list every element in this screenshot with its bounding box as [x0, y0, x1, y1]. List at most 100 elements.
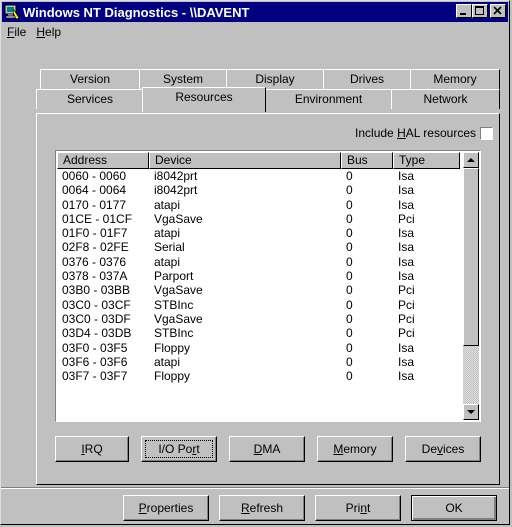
cell-address: 03B0 - 03BB [62, 283, 131, 298]
tab-version[interactable]: Version [40, 69, 140, 89]
list-header: Address Device Bus Type [57, 152, 460, 169]
table-row[interactable]: 0376 - 0376 atapi 0 Isa [57, 255, 461, 269]
scroll-down-button[interactable] [463, 404, 479, 420]
cell-bus: 0 [346, 240, 353, 255]
print-button-label-prefix: Pri [345, 501, 361, 515]
cell-device: VgaSave [154, 311, 203, 326]
cell-bus: 0 [346, 211, 353, 226]
close-icon [493, 6, 502, 15]
cell-type: Isa [398, 369, 415, 384]
tab-services[interactable]: Services [36, 89, 144, 109]
tab-environment[interactable]: Environment [265, 89, 392, 109]
cell-type: Pci [398, 283, 415, 298]
vertical-scrollbar[interactable] [463, 152, 479, 420]
cell-address: 01F0 - 01F7 [62, 226, 128, 241]
include-hal-label: Include HAL resources [355, 126, 476, 140]
menu-file[interactable]: File [3, 23, 32, 41]
io-port-button-label-prefix: I/O Po [158, 442, 193, 456]
properties-button[interactable]: Properties [123, 495, 209, 521]
io-port-button-label-suffix: t [196, 442, 200, 456]
cell-device: atapi [154, 226, 181, 241]
tab-memory[interactable]: Memory [410, 69, 500, 89]
menu-help[interactable]: Help [32, 23, 67, 41]
print-button[interactable]: Pri n t [315, 495, 401, 521]
devices-button-label-suffix: ices [443, 442, 465, 456]
tab-resources[interactable]: Resources [142, 87, 266, 112]
include-hal-label-prefix: Include [355, 126, 398, 140]
column-header-bus[interactable]: Bus [341, 152, 393, 169]
resources-panel: Include HAL resources Address Device Bus… [36, 113, 500, 485]
ok-button[interactable]: OK [411, 495, 497, 521]
diagnostics-app-icon[interactable] [4, 4, 20, 20]
include-hal-checkbox[interactable] [480, 126, 493, 140]
cell-device: Floppy [154, 340, 191, 355]
tab-system[interactable]: System [139, 69, 227, 89]
table-row[interactable]: 0060 - 0060 i8042prt 0 Isa [57, 169, 461, 183]
table-row[interactable]: 03F0 - 03F5 Floppy 0 Isa [57, 341, 461, 355]
window-title: Windows NT Diagnostics - \\DAVENT [23, 4, 250, 20]
refresh-button[interactable]: Refresh [219, 495, 305, 521]
menu-help-mnemonic: H [36, 25, 46, 39]
table-row[interactable]: 03F7 - 03F7 Floppy 0 Isa [57, 369, 461, 383]
cell-device: i8042prt [154, 183, 198, 198]
cell-device: atapi [154, 197, 181, 212]
cell-address: 0060 - 0060 [62, 169, 127, 183]
table-row[interactable]: 03C0 - 03CF STBInc 0 Pci [57, 298, 461, 312]
minimize-icon [460, 13, 466, 15]
table-row[interactable]: 03D4 - 03DB STBInc 0 Pci [57, 326, 461, 340]
resources-list[interactable]: Address Device Bus Type 0060 - 0060 i8042… [55, 150, 481, 422]
tab-network[interactable]: Network [391, 89, 500, 109]
cell-device: VgaSave [154, 211, 203, 226]
cell-address: 0376 - 0376 [62, 254, 127, 269]
memory-button[interactable]: Memory [317, 436, 393, 462]
cell-type: Isa [398, 354, 415, 369]
tab-display[interactable]: Display [226, 69, 324, 89]
irq-button[interactable]: I RQ [55, 436, 129, 462]
refresh-button-label-suffix: efresh [249, 501, 284, 515]
include-hal-mnemonic: H [397, 126, 406, 140]
column-header-address[interactable]: Address [57, 152, 149, 169]
table-row[interactable]: 03C0 - 03DF VgaSave 0 Pci [57, 312, 461, 326]
column-header-type[interactable]: Type [393, 152, 460, 169]
minimize-button[interactable] [456, 4, 472, 18]
cell-address: 03C0 - 03DF [62, 311, 131, 326]
devices-button[interactable]: De v ices [405, 436, 481, 462]
table-row[interactable]: 02F8 - 02FE Serial 0 Isa [57, 240, 461, 254]
cell-address: 01CE - 01CF [62, 211, 133, 226]
cell-type: Isa [398, 254, 415, 269]
scroll-up-button[interactable] [463, 152, 479, 168]
table-row[interactable]: 0378 - 037A Parport 0 Isa [57, 269, 461, 283]
title-bar[interactable]: Windows NT Diagnostics - \\DAVENT [2, 2, 508, 22]
irq-button-label-suffix: RQ [84, 442, 103, 456]
cell-device: Serial [154, 240, 185, 255]
column-header-device[interactable]: Device [149, 152, 341, 169]
menu-help-label: elp [45, 25, 62, 39]
cell-address: 0170 - 0177 [62, 197, 127, 212]
table-row[interactable]: 01CE - 01CF VgaSave 0 Pci [57, 212, 461, 226]
cell-device: i8042prt [154, 169, 198, 183]
table-row[interactable]: 03B0 - 03BB VgaSave 0 Pci [57, 283, 461, 297]
table-row[interactable]: 0064 - 0064 i8042prt 0 Isa [57, 183, 461, 197]
cell-address: 0378 - 037A [62, 269, 128, 284]
dma-button[interactable]: D MA [229, 436, 305, 462]
table-row[interactable]: 03F6 - 03F6 atapi 0 Isa [57, 355, 461, 369]
scroll-down-arrow-icon [467, 410, 475, 414]
cell-type: Pci [398, 297, 415, 312]
print-button-mnemonic: n [360, 501, 367, 515]
print-button-label-suffix: t [367, 501, 371, 515]
footer-separator [1, 487, 509, 489]
table-row[interactable]: 0170 - 0177 atapi 0 Isa [57, 198, 461, 212]
scroll-thumb[interactable] [463, 168, 479, 346]
cell-bus: 0 [346, 226, 353, 241]
maximize-button[interactable] [472, 4, 488, 18]
menu-file-label: ile [14, 25, 27, 39]
io-port-button[interactable]: I/O Po r t [141, 436, 217, 462]
cell-bus: 0 [346, 326, 353, 341]
close-button[interactable] [490, 4, 506, 18]
cell-type: Isa [398, 269, 415, 284]
cell-device: Floppy [154, 369, 191, 384]
memory-button-mnemonic: M [333, 442, 344, 456]
tab-drives[interactable]: Drives [323, 69, 411, 89]
table-row[interactable]: 01F0 - 01F7 atapi 0 Isa [57, 226, 461, 240]
include-hal-checkbox-group[interactable]: Include HAL resources [355, 126, 493, 140]
